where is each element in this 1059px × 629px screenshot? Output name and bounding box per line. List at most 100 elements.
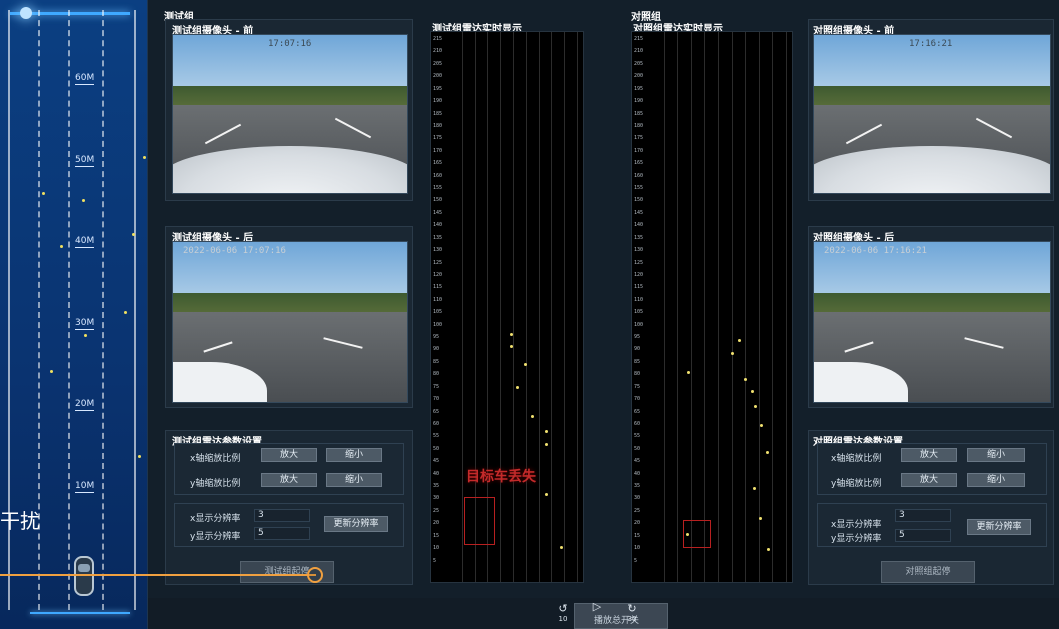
radar-tick-label: 45 [634, 458, 641, 465]
target-dot [124, 311, 127, 314]
radar-tick-label: 60 [433, 420, 440, 427]
radar-tick-label: 160 [634, 172, 644, 179]
x-resolution-label: x显示分辨率 [190, 514, 241, 524]
radar-tick-label: 210 [433, 48, 443, 55]
radar-tick-label: 110 [433, 296, 443, 303]
forward-icon: ↻ [627, 602, 637, 615]
control-front-camera-panel: 对照组摄像头 - 前 17:16:21 [808, 19, 1054, 201]
test-radar-display[interactable]: 215 210 205 200 195 190 185 180 175 170 165 160 155 1… [430, 31, 584, 583]
y-zoom-in-button[interactable]: 放大 [901, 473, 957, 487]
radar-tick-label: 135 [433, 234, 443, 241]
radar-gridline [461, 32, 463, 582]
lane-visualization: 60M 50M 40M 30M 20M 10M 干扰 [0, 0, 148, 629]
y-zoom-label: y轴缩放比例 [190, 479, 241, 489]
radar-gridline [538, 32, 540, 582]
target-dot [60, 245, 63, 248]
radar-tick-label: 130 [433, 247, 443, 254]
distance-label: 30M [75, 318, 95, 330]
rewind-10-button[interactable]: ↺ 10 [553, 602, 573, 623]
ego-car-icon [74, 556, 94, 596]
target-dot [50, 370, 53, 373]
control-rear-camera-view[interactable]: 2022-06-06 17:16:21 [813, 241, 1051, 403]
radar-tick-label: 140 [634, 222, 644, 229]
radar-tick-label: 215 [634, 36, 644, 42]
radar-gridline [745, 32, 747, 582]
x-resolution-input[interactable]: 3 [895, 509, 951, 522]
target-dot [132, 233, 135, 236]
y-zoom-out-button[interactable]: 缩小 [967, 473, 1025, 487]
radar-target-point [753, 487, 756, 490]
radar-target-point [524, 363, 527, 366]
radar-tick-label: 185 [433, 110, 443, 117]
radar-tick-label: 30 [634, 495, 641, 502]
radar-tick-label: 50 [634, 445, 641, 452]
camera-timestamp: 2022-06-06 17:07:16 [183, 246, 286, 256]
radar-tick-label: 55 [634, 433, 641, 440]
radar-target-point [760, 424, 763, 427]
radar-tick-label: 105 [433, 309, 443, 316]
target-dot [138, 455, 141, 458]
radar-tick-label: 95 [634, 334, 641, 341]
radar-target-point [545, 430, 548, 433]
play-icon[interactable]: ▷ [590, 600, 604, 613]
update-resolution-button[interactable]: 更新分辨率 [967, 519, 1031, 535]
radar-target-point [687, 371, 690, 374]
distance-label: 50M [75, 155, 95, 167]
target-dot [82, 199, 85, 202]
radar-target-point [767, 548, 770, 551]
control-radar-display[interactable]: 215 210 205 200 195 190 185 180 175 170 165 160 155 1… [631, 31, 793, 583]
x-resolution-input[interactable]: 3 [254, 509, 310, 522]
control-rear-camera-panel: 对照组摄像头 - 后 2022-06-06 17:16:21 [808, 226, 1054, 408]
radar-tick-label: 150 [433, 197, 443, 204]
y-resolution-label: y显示分辨率 [831, 534, 882, 544]
y-resolution-input[interactable]: 5 [254, 527, 310, 540]
radar-tick-label: 130 [634, 247, 644, 254]
radar-tick-label: 210 [634, 48, 644, 55]
radar-tick-label: 160 [433, 172, 443, 179]
radar-tick-label: 85 [433, 358, 440, 365]
control-front-camera-view[interactable]: 17:16:21 [813, 34, 1051, 194]
radar-tick-label: 125 [433, 259, 443, 266]
radar-tick-label: 110 [634, 296, 644, 303]
radar-tick-label: 200 [433, 73, 443, 80]
radar-tick-label: 170 [634, 147, 644, 154]
radar-tick-label: 35 [634, 483, 641, 490]
lane-divider [102, 10, 104, 610]
radar-target-point [754, 405, 757, 408]
y-zoom-in-button[interactable]: 放大 [261, 473, 317, 487]
radar-target-point [545, 443, 548, 446]
test-front-camera-view[interactable]: 17:07:16 [172, 34, 408, 194]
y-resolution-input[interactable]: 5 [895, 529, 951, 542]
radar-tick-label: 20 [433, 520, 440, 527]
radar-target-point [545, 493, 548, 496]
camera-timestamp: 2022-06-06 17:16:21 [824, 246, 927, 256]
radar-tick-label: 155 [433, 185, 443, 192]
x-zoom-in-button[interactable]: 放大 [901, 448, 957, 462]
timeline-knob[interactable] [307, 567, 323, 583]
radar-tick-label: 100 [433, 321, 443, 328]
update-resolution-button[interactable]: 更新分辨率 [324, 516, 388, 532]
radar-tick-label: 170 [433, 147, 443, 154]
y-zoom-out-button[interactable]: 缩小 [326, 473, 382, 487]
target-lost-warning: 目标车丢失 [466, 469, 536, 485]
control-start-stop-button[interactable]: 对照组起停 [881, 561, 975, 583]
x-zoom-out-button[interactable]: 缩小 [967, 448, 1025, 462]
radar-tick-label: 90 [433, 346, 440, 353]
radar-tick-label: 70 [433, 396, 440, 403]
radar-tick-label: 175 [634, 135, 644, 142]
camera-timestamp: 17:07:16 [268, 39, 312, 49]
control-radar-params-panel: 对照组雷达参数设置 x轴缩放比例 放大 缩小 y轴缩放比例 放大 缩小 x显示分… [808, 430, 1054, 585]
radar-tick-label: 45 [433, 458, 440, 465]
radar-target-point [531, 415, 534, 418]
x-zoom-in-button[interactable]: 放大 [261, 448, 317, 462]
x-zoom-label: x轴缩放比例 [831, 454, 882, 464]
radar-gridline [718, 32, 719, 582]
radar-tick-label: 115 [433, 284, 443, 291]
forward-30-button[interactable]: ↻ 30 [622, 602, 642, 623]
radar-tick-label: 60 [634, 420, 641, 427]
test-rear-camera-view[interactable]: 2022-06-06 17:07:16 [172, 241, 408, 403]
radar-tick-label: 40 [634, 470, 641, 477]
x-zoom-out-button[interactable]: 缩小 [326, 448, 382, 462]
radar-tick-label: 145 [634, 209, 644, 216]
radar-tick-label: 125 [634, 259, 644, 266]
